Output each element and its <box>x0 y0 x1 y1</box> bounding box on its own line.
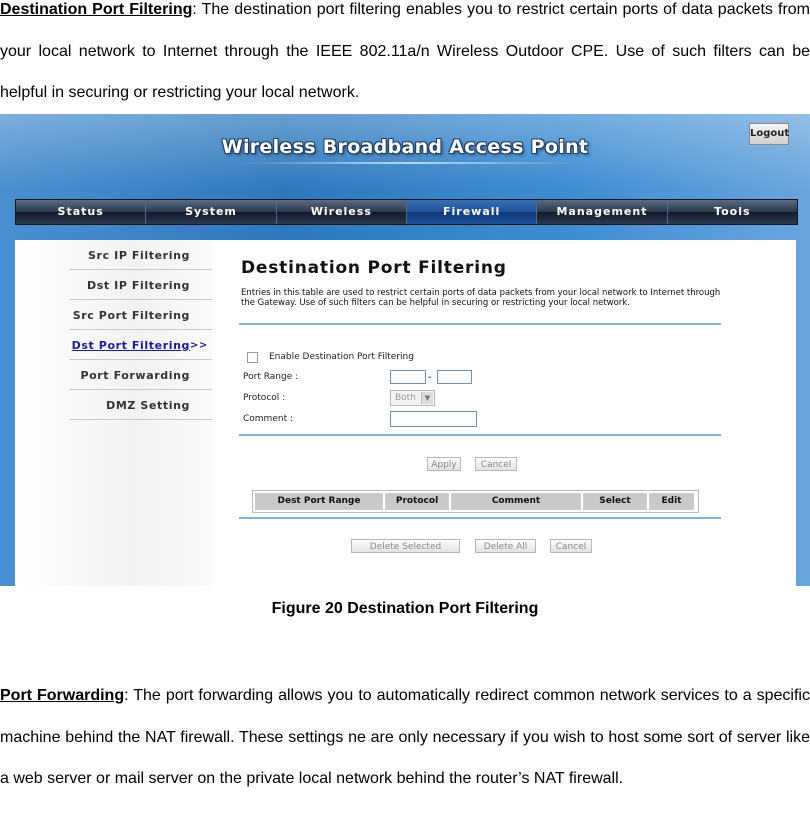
nav-firewall[interactable]: Firewall <box>406 200 538 224</box>
divider <box>239 323 721 325</box>
nav-system[interactable]: System <box>146 200 277 224</box>
port-forwarding-paragraph: Port Forwarding: The port forwarding all… <box>0 675 810 800</box>
nav-status[interactable]: Status <box>16 200 147 224</box>
comment-label: Comment : <box>243 414 293 424</box>
active-arrow-icon: >> <box>190 340 208 351</box>
logout-button[interactable]: Logout <box>749 123 789 145</box>
banner-title: Wireless Broadband Access Point <box>221 136 589 158</box>
enable-label: Enable Destination Port Filtering <box>269 352 414 362</box>
filter-table-header: Dest Port Range Protocol Comment Select … <box>252 490 699 513</box>
cancel-list-button[interactable]: Cancel <box>550 539 592 553</box>
nav-wireless[interactable]: Wireless <box>277 200 407 224</box>
column-header: Comment <box>451 493 581 510</box>
sidebar-item-dst-ip[interactable]: Dst IP Filtering <box>69 272 212 300</box>
section-term: Port Forwarding <box>0 687 125 704</box>
nav-management[interactable]: Management <box>537 200 668 224</box>
column-header: Select <box>583 493 647 510</box>
top-nav: Status System Wireless Firewall Manageme… <box>15 199 798 225</box>
divider <box>239 517 721 519</box>
protocol-select[interactable]: Both ▼ <box>390 390 435 406</box>
column-header: Dest Port Range <box>255 493 383 510</box>
intro-paragraph: Destination Port Filtering: The destinat… <box>0 0 810 114</box>
divider <box>239 434 721 436</box>
page-description: Entries in this table are used to restri… <box>241 288 721 308</box>
sidebar-item-dst-port[interactable]: Dst Port Filtering >> <box>69 332 212 360</box>
nav-tools[interactable]: Tools <box>668 200 797 224</box>
port-from-input[interactable] <box>390 370 426 384</box>
comment-input[interactable] <box>390 411 477 427</box>
sidebar-item-port-forwarding[interactable]: Port Forwarding <box>69 362 212 390</box>
page-title: Destination Port Filtering <box>241 258 507 278</box>
column-header: Protocol <box>385 493 449 510</box>
content-panel: Src IP Filtering Dst IP Filtering Src Po… <box>15 240 796 586</box>
cancel-button[interactable]: Cancel <box>475 457 517 471</box>
delete-all-button[interactable]: Delete All <box>475 539 536 553</box>
sidebar-item-src-port[interactable]: Src Port Filtering <box>69 302 212 330</box>
chevron-down-icon: ▼ <box>421 392 433 404</box>
section-term: Destination Port Filtering <box>0 1 193 18</box>
port-to-input[interactable] <box>437 370 472 384</box>
protocol-label: Protocol : <box>243 393 286 403</box>
enable-checkbox[interactable] <box>247 352 258 363</box>
sidebar-item-dmz[interactable]: DMZ Setting <box>69 392 212 420</box>
screenshot-figure: Wireless Broadband Access Point Logout S… <box>0 114 810 586</box>
figure-caption: Figure 20 Destination Port Filtering <box>271 600 539 617</box>
sidebar-item-src-ip[interactable]: Src IP Filtering <box>69 242 212 270</box>
column-header: Edit <box>649 493 694 510</box>
apply-button[interactable]: Apply <box>427 457 461 471</box>
port-range-label: Port Range : <box>243 372 299 382</box>
sidebar: Src IP Filtering Dst IP Filtering Src Po… <box>15 240 212 586</box>
delete-selected-button[interactable]: Delete Selected <box>351 539 460 553</box>
port-range-separator: - <box>428 372 432 383</box>
